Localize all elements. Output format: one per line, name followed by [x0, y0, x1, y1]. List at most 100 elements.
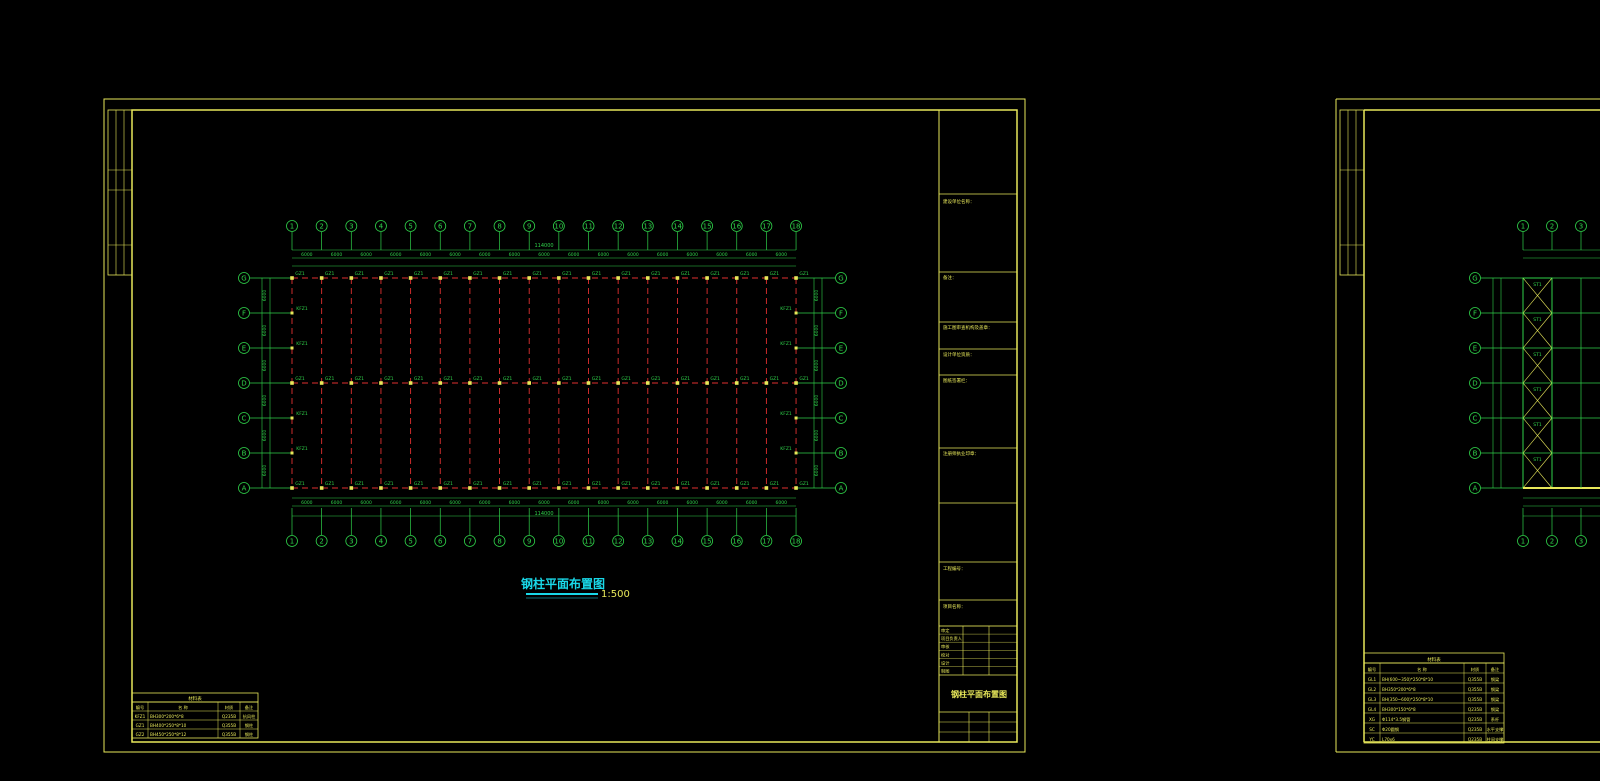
sign-row-label: 校对 — [941, 651, 949, 658]
steel-column-label: GZ1 — [770, 481, 780, 487]
dimension-bay-top: 6000 — [390, 252, 402, 258]
material-table-cell: GZ2 — [136, 732, 145, 737]
grid-label-x: 10 — [554, 538, 563, 546]
steel-column-marker — [675, 276, 680, 280]
steel-column-label: GZ1 — [562, 271, 572, 277]
sign-row-label: 设计 — [941, 659, 949, 666]
dimension-bay-side: 6000 — [262, 395, 268, 407]
cad-drawing-canvas[interactable]: 建设单位名称： 备注： 施工图审查机构及盖章： 设计单位资质： 图纸签署栏： 注册师执业印… — [0, 0, 1600, 781]
grid-label-y: A — [1473, 485, 1478, 493]
steel-column-label: GZ1 — [651, 376, 661, 382]
steel-column-label: GZ1 — [592, 271, 602, 277]
material-table-cell: 钢柱 — [245, 731, 254, 738]
steel-column-label: GZ1 — [770, 271, 780, 277]
steel-column-marker — [794, 486, 798, 490]
steel-column-label: GZ1 — [295, 376, 305, 382]
steel-column-label: GZ1 — [562, 481, 572, 487]
steel-column-label: GZ1 — [532, 376, 542, 382]
steel-column-label: GZ1 — [444, 376, 454, 382]
steel-column-marker — [468, 381, 472, 385]
steel-column-marker — [616, 276, 620, 280]
dimension-bay-bottom: 6000 — [449, 500, 461, 506]
sign-row-label: 审核 — [941, 643, 950, 650]
steel-column-label: GZ1 — [295, 481, 305, 487]
steel-column-marker — [497, 276, 502, 280]
material-table-header: 名 称 — [1417, 666, 1427, 673]
steel-column-label: GZ1 — [473, 376, 483, 382]
steel-column-marker — [764, 486, 769, 490]
material-table-cell: SC — [1369, 727, 1375, 732]
grid-label-x: 3 — [349, 538, 353, 546]
title-block-label: 注册师执业印章： — [943, 450, 979, 457]
grid-label-x: 10 — [554, 223, 563, 231]
sheet-2-binding-strip — [1339, 109, 1365, 276]
wind-column-label: KFZ1 — [780, 306, 792, 312]
dimension-total-bottom: 114000 — [534, 511, 553, 517]
dimension-bay-top: 6000 — [420, 252, 432, 258]
grid-label-x: 13 — [643, 223, 652, 231]
material-table-cell: GZ1 — [136, 723, 145, 728]
steel-column-marker — [319, 381, 324, 385]
grid-label-y: G — [1472, 275, 1477, 283]
steel-column-marker — [616, 486, 620, 490]
grid-label-x: 3 — [349, 223, 353, 231]
steel-column-marker — [379, 381, 383, 385]
member-label: ST1 — [1533, 282, 1542, 288]
steel-column-marker — [705, 381, 709, 385]
grid-label-x: 17 — [762, 223, 771, 231]
steel-column-label: GZ1 — [355, 271, 365, 277]
material-table-cell: Φ20圆钢 — [1382, 726, 1399, 733]
drawing-title: 钢柱平面布置图 — [521, 576, 605, 591]
grid-label-y: F — [1473, 310, 1477, 318]
steel-column-label: GZ1 — [295, 271, 305, 277]
steel-column-marker — [675, 381, 680, 385]
member-label: ST1 — [1533, 387, 1542, 393]
steel-column-marker — [527, 486, 531, 490]
sheet-2: 1 1 2 2 3 3 G F E D C B A ST1 ST1 ST1 ST1 ST1 ST1 材料表编号 GL1… — [1335, 98, 1600, 753]
steel-column-marker — [586, 486, 591, 490]
steel-column-marker — [349, 381, 354, 385]
dimension-bay-bottom: 6000 — [716, 500, 728, 506]
steel-column-label: GZ1 — [681, 481, 691, 487]
steel-column-marker — [527, 381, 531, 385]
steel-column-label: GZ1 — [473, 481, 483, 487]
dimension-bay-side: 6000 — [814, 290, 820, 302]
dimension-bay-side: 6000 — [814, 430, 820, 442]
wind-column-label: KFZ1 — [296, 306, 308, 312]
grid-label-y: C — [1473, 415, 1478, 423]
material-table-cell: Q235B — [1468, 717, 1482, 722]
dimension-bay-top: 6000 — [360, 252, 372, 258]
sign-row-label: 项目负责人 — [941, 635, 963, 642]
steel-column-label: GZ1 — [414, 271, 424, 277]
dimension-bay-top: 6000 — [657, 252, 669, 258]
grid-label-x: 18 — [792, 223, 801, 231]
steel-column-label: GZ1 — [503, 271, 513, 277]
dimension-bay-side: 6000 — [814, 465, 820, 477]
steel-column-label: GZ1 — [740, 376, 750, 382]
grid-label-y: D — [838, 380, 843, 388]
steel-column-label: GZ1 — [799, 481, 809, 487]
wind-column-marker — [290, 451, 294, 455]
wind-column-label: KFZ1 — [296, 446, 308, 452]
grid-label-x: 15 — [703, 538, 712, 546]
steel-column-marker — [705, 486, 709, 490]
sign-row-label: 制图 — [941, 668, 949, 675]
material-table-cell: 水平支撑 — [1487, 726, 1505, 733]
steel-column-label: GZ1 — [355, 376, 365, 382]
dimension-bay-bottom: 6000 — [775, 500, 787, 506]
wind-column-marker — [794, 311, 798, 315]
material-table-cell: 系杆 — [1491, 716, 1500, 723]
title-block-label: 图纸签署栏： — [943, 377, 970, 384]
dimension-bay-side: 6000 — [814, 360, 820, 372]
grid-label-y: G — [241, 275, 246, 283]
grid-label-x: 1 — [1521, 538, 1525, 546]
material-table-cell: GL4 — [1368, 707, 1377, 712]
steel-column-marker — [794, 276, 798, 280]
title-block-label: 备注： — [943, 274, 957, 281]
grid-label-x: 6 — [438, 223, 443, 231]
dimension-bay-bottom: 6000 — [509, 500, 521, 506]
grid-label-y: E — [839, 345, 843, 353]
steel-column-label: GZ1 — [710, 271, 720, 277]
material-table-header: 编号 — [136, 704, 144, 711]
steel-column-marker — [408, 276, 413, 280]
